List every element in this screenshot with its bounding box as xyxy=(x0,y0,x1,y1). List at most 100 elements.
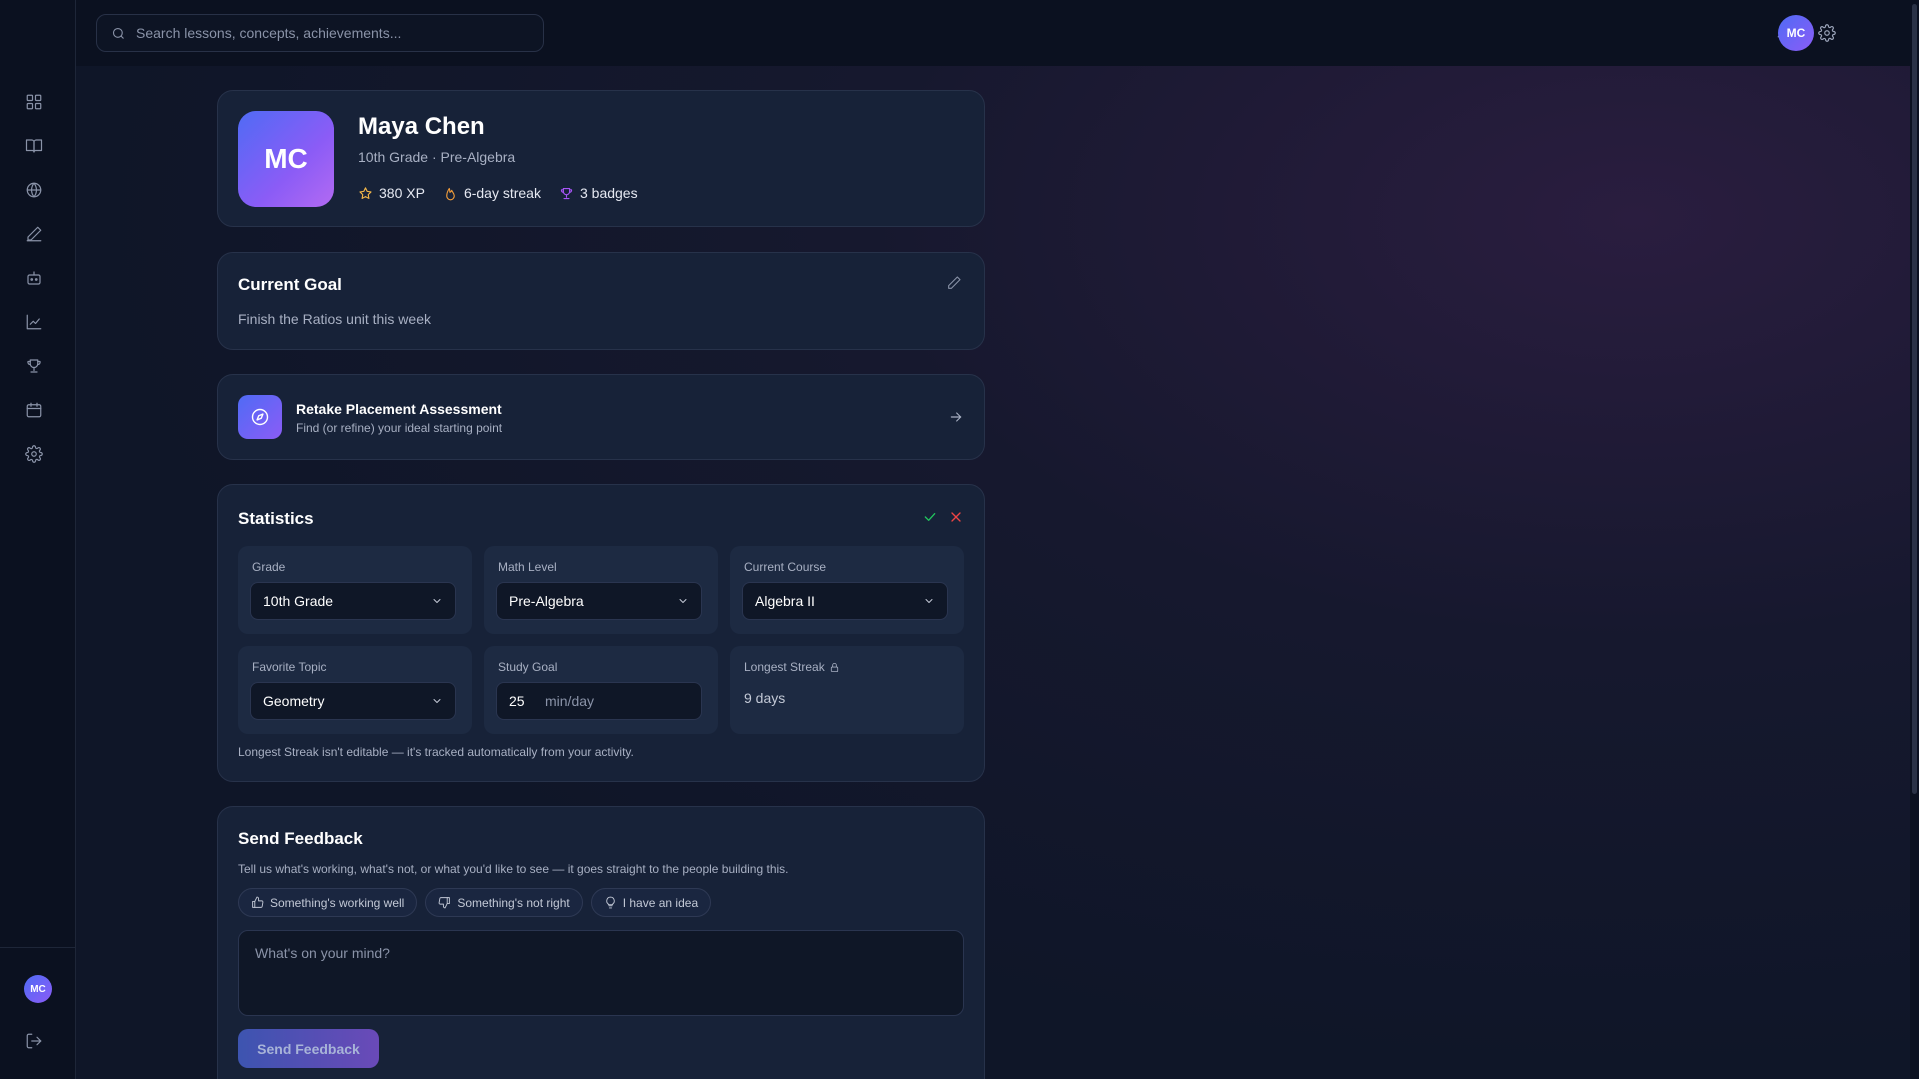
top-avatar[interactable]: MC xyxy=(1778,15,1814,51)
search-icon xyxy=(112,27,124,39)
retake-title: Retake Placement Assessment xyxy=(296,401,502,417)
goal-title: Current Goal xyxy=(238,275,342,294)
pencil-icon xyxy=(948,276,961,289)
statistics-actions xyxy=(922,509,964,525)
streak-stat: 6-day streak xyxy=(443,185,541,201)
chevron-down-icon xyxy=(433,699,441,703)
xp-stat: 380 XP xyxy=(358,185,425,201)
course-select[interactable]: Algebra II xyxy=(742,582,948,620)
gear-icon xyxy=(25,445,43,463)
statistics-note: Longest Streak isn't editable — it's tra… xyxy=(238,745,634,759)
profile-subtitle: 10th Grade · Pre-Algebra xyxy=(358,149,516,165)
sidebar-item-progress[interactable] xyxy=(22,310,46,334)
feedback-chips: Something's working well Something's not… xyxy=(238,888,712,917)
sidebar-item-settings[interactable] xyxy=(22,442,46,466)
profile-name: Maya Chen xyxy=(358,113,485,140)
search-input[interactable] xyxy=(136,25,516,41)
topic-select[interactable]: Geometry xyxy=(250,682,456,720)
fire-icon xyxy=(446,187,455,200)
study-goal-value: 25 xyxy=(509,693,525,709)
streak-text: 6-day streak xyxy=(463,185,541,201)
feedback-card: Send Feedback Tell us what's working, wh… xyxy=(217,806,985,1079)
goal-text: Finish the Ratios unit this week xyxy=(238,311,431,327)
thumbs-up-icon xyxy=(252,896,264,908)
globe-icon xyxy=(26,182,42,198)
badges-text: 3 badges xyxy=(579,185,638,201)
current-course-field: Current Course Algebra II xyxy=(730,546,964,634)
sidebar: MC xyxy=(0,0,76,1079)
scrollbar[interactable] xyxy=(1910,0,1919,1079)
search-bar[interactable] xyxy=(96,14,544,52)
grade-field: Grade 10th Grade xyxy=(238,546,472,634)
sidebar-item-tutor[interactable] xyxy=(22,266,46,290)
calendar-icon xyxy=(26,402,42,418)
sidebar-divider xyxy=(0,947,76,948)
profile-stats: 380 XP 6-day streak 3 badges xyxy=(358,185,638,201)
compass-icon xyxy=(238,395,282,439)
arrow-right-icon xyxy=(948,409,964,425)
retake-assessment-card[interactable]: Retake Placement Assessment Find (or ref… xyxy=(217,374,985,460)
gear-icon xyxy=(1818,24,1836,42)
sidebar-item-dashboard[interactable] xyxy=(22,90,46,114)
chip-not-right-label: Something's not right xyxy=(457,895,570,910)
chip-not-right[interactable]: Something's not right xyxy=(425,888,583,917)
scrollbar-thumb[interactable] xyxy=(1912,4,1917,794)
course-label: Current Course xyxy=(744,560,827,574)
longest-streak-label: Longest Streak xyxy=(744,660,825,674)
chip-idea[interactable]: I have an idea xyxy=(590,888,712,917)
chart-icon xyxy=(26,314,42,330)
feedback-textarea[interactable] xyxy=(238,930,964,1016)
sidebar-item-explore[interactable] xyxy=(22,178,46,202)
longest-streak-field: Longest Streak 9 days xyxy=(730,646,964,734)
study-goal-field: Study Goal 25 min/day xyxy=(484,646,718,734)
math-level-field: Math Level Pre-Algebra xyxy=(484,546,718,634)
settings-button[interactable] xyxy=(1815,21,1839,45)
lock-icon xyxy=(830,662,838,672)
grid-icon xyxy=(26,94,42,110)
math-level-select[interactable]: Pre-Algebra xyxy=(496,582,702,620)
math-level-label: Math Level xyxy=(498,560,557,574)
favorite-topic-field: Favorite Topic Geometry xyxy=(238,646,472,734)
course-value: Algebra II xyxy=(755,593,815,609)
logout-button[interactable] xyxy=(22,1029,46,1053)
sidebar-avatar[interactable]: MC xyxy=(24,975,52,1003)
longest-streak-label-row: Longest Streak xyxy=(744,660,840,674)
trophy-icon xyxy=(27,359,41,373)
check-icon xyxy=(924,513,936,521)
longest-streak-value: 9 days xyxy=(744,690,786,706)
badges-stat: 3 badges xyxy=(559,185,638,201)
math-level-value: Pre-Algebra xyxy=(509,593,584,609)
send-feedback-button[interactable]: Send Feedback xyxy=(238,1029,379,1068)
study-goal-unit: min/day xyxy=(545,693,595,709)
chip-working-well-label: Something's working well xyxy=(270,895,405,910)
statistics-card: Statistics Grade 10th Grade Math Level P… xyxy=(217,484,985,782)
statistics-title: Statistics xyxy=(238,509,314,528)
logout-icon xyxy=(26,1033,42,1049)
close-icon xyxy=(951,512,961,522)
pencil-icon xyxy=(26,226,42,242)
chevron-down-icon xyxy=(925,599,933,603)
topbar xyxy=(76,0,1910,66)
sidebar-item-lessons[interactable] xyxy=(22,134,46,158)
feedback-title: Send Feedback xyxy=(238,829,363,848)
sidebar-item-practice[interactable] xyxy=(22,222,46,246)
cancel-button[interactable] xyxy=(948,509,964,525)
save-button[interactable] xyxy=(922,509,938,525)
study-goal-input[interactable]: 25 min/day xyxy=(496,682,702,720)
chevron-down-icon xyxy=(433,599,441,603)
current-goal-card: Current Goal Finish the Ratios unit this… xyxy=(217,252,985,350)
sidebar-item-calendar[interactable] xyxy=(22,398,46,422)
star-icon xyxy=(359,186,372,199)
chip-working-well[interactable]: Something's working well xyxy=(238,888,418,917)
edit-goal-button[interactable] xyxy=(946,275,964,293)
profile-avatar: MC xyxy=(238,111,334,207)
chevron-down-icon xyxy=(679,599,687,603)
grade-value: 10th Grade xyxy=(263,593,334,609)
study-goal-label: Study Goal xyxy=(498,660,558,674)
feedback-subtitle: Tell us what's working, what's not, or w… xyxy=(238,862,789,876)
robot-icon xyxy=(27,271,41,285)
chip-idea-label: I have an idea xyxy=(622,895,699,910)
thumbs-down-icon xyxy=(438,897,451,909)
sidebar-item-achievements[interactable] xyxy=(22,354,46,378)
grade-select[interactable]: 10th Grade xyxy=(250,582,456,620)
